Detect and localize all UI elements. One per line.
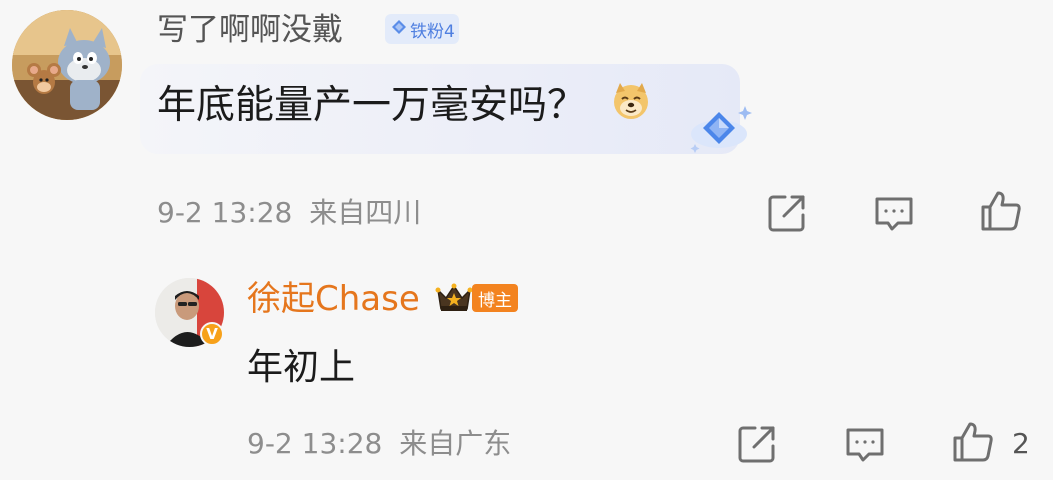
fan-badge-label: 铁粉4	[410, 21, 455, 42]
comment-icon[interactable]	[872, 191, 916, 235]
share-icon[interactable]	[765, 191, 809, 235]
verified-badge: V	[200, 322, 224, 346]
comment-text: 年底能量产一万毫安吗？	[157, 83, 587, 128]
thumbs-up-icon[interactable]	[979, 189, 1023, 233]
blogger-role-badge: 博主	[472, 284, 518, 312]
diamond-decoration-icon	[685, 100, 757, 160]
comment-timestamp: 9-2 13:28	[157, 196, 293, 229]
crown-icon	[435, 282, 473, 314]
comment-location: 来自四川	[309, 196, 422, 229]
comment-meta: 9-2 13:28 来自四川	[157, 193, 421, 233]
reply-text: 年初上	[247, 347, 356, 388]
reply-comment-icon[interactable]	[843, 422, 887, 466]
reply-location: 来自广东	[399, 427, 512, 460]
fan-level-badge: 铁粉4	[385, 14, 459, 44]
reply-meta: 9-2 13:28 来自广东	[247, 424, 511, 464]
reply-timestamp: 9-2 13:28	[247, 427, 383, 460]
doge-emoji-icon	[611, 81, 651, 121]
diamond-icon	[391, 19, 407, 39]
commenter-username[interactable]: 写了啊啊没戴	[157, 8, 343, 52]
commenter-avatar[interactable]	[12, 10, 122, 120]
reply-thumbs-up-icon[interactable]	[951, 420, 995, 464]
blogger-username[interactable]: 徐起Chase	[247, 276, 420, 322]
reply-like-count: 2	[1012, 427, 1030, 460]
reply-share-icon[interactable]	[735, 422, 779, 466]
